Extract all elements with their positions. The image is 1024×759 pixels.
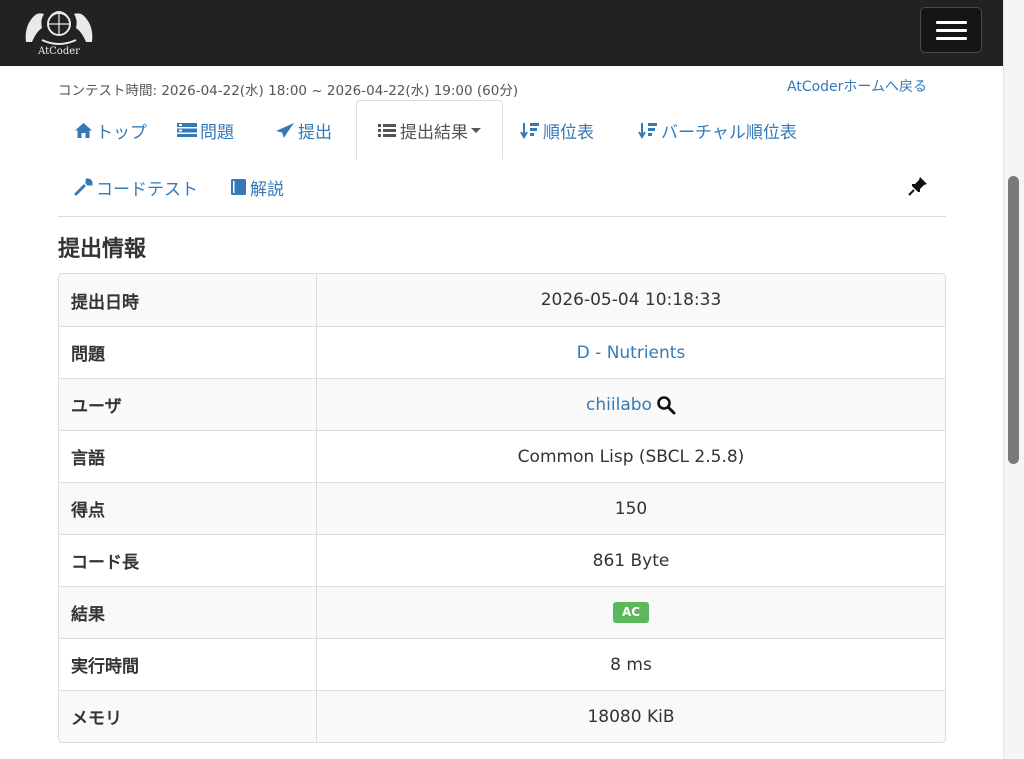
table-row: ユーザ chiilabo (59, 378, 945, 430)
tab-standings[interactable]: 順位表 (520, 110, 594, 150)
table-row: 言語 Common Lisp (SBCL 2.5.8) (59, 430, 945, 482)
row-label: 提出日時 (59, 274, 317, 326)
brand-name: AtCoder (38, 46, 80, 57)
row-label: 言語 (59, 431, 317, 482)
atcoder-home-link[interactable]: AtCoderホームへ戻る (787, 76, 927, 96)
tab-submit-label: 提出 (298, 122, 332, 143)
table-row: 実行時間 8 ms (59, 638, 945, 690)
hamburger-menu-button[interactable] (920, 7, 982, 53)
memory-value: 18080 KiB (587, 706, 675, 727)
row-label: ユーザ (59, 379, 317, 430)
row-label: 得点 (59, 483, 317, 534)
sort-icon (638, 122, 657, 139)
tabs-divider (58, 216, 946, 217)
tab-editorial-label: 解説 (250, 179, 284, 200)
row-label: 問題 (59, 327, 317, 378)
wrench-icon (74, 178, 93, 196)
home-icon (75, 122, 92, 138)
table-row: 得点 150 (59, 482, 945, 534)
book-icon (231, 179, 246, 195)
table-row: メモリ 18080 KiB (59, 690, 945, 742)
tab-submissions[interactable]: 提出結果 (356, 100, 503, 160)
tab-top[interactable]: トップ (74, 110, 147, 150)
table-row: コード長 861 Byte (59, 534, 945, 586)
send-icon (276, 122, 294, 138)
chevron-down-icon (471, 127, 481, 133)
table-row: 問題 D - Nutrients (59, 326, 945, 378)
tab-submit[interactable]: 提出 (275, 110, 332, 150)
pin-icon[interactable] (906, 174, 930, 198)
tab-tasks-label: 問題 (200, 122, 234, 143)
row-label: コード長 (59, 535, 317, 586)
tab-code-test[interactable]: コードテスト (74, 167, 198, 207)
tab-virtual-standings-label: バーチャル順位表 (661, 122, 797, 143)
tab-submissions-label: 提出結果 (400, 122, 468, 143)
exec-time-value: 8 ms (610, 654, 652, 675)
hamburger-bar (936, 37, 967, 40)
user-link[interactable]: chiilabo (586, 395, 652, 415)
table-row: 提出日時 2026-05-04 10:18:33 (59, 274, 945, 326)
tab-tasks[interactable]: 問題 (177, 110, 234, 150)
table-row: 結果 AC (59, 586, 945, 638)
tab-standings-label: 順位表 (543, 122, 594, 143)
code-length-value: 861 Byte (592, 550, 670, 571)
score-value: 150 (614, 498, 648, 519)
scrollbar-thumb[interactable] (1008, 176, 1019, 464)
contest-time: コンテスト時間: 2026-04-22(水) 18:00 ~ 2026-04-2… (58, 83, 519, 99)
tab-virtual-standings[interactable]: バーチャル順位表 (638, 110, 797, 150)
laurel-emblem-icon (25, 11, 93, 45)
sort-icon (520, 122, 539, 139)
language-value: Common Lisp (SBCL 2.5.8) (517, 446, 745, 467)
row-label: 実行時間 (59, 639, 317, 690)
submission-info-table: 提出日時 2026-05-04 10:18:33 問題 D - Nutrient… (58, 273, 946, 743)
list-icon (378, 123, 396, 137)
tab-editorial[interactable]: 解説 (230, 167, 284, 207)
row-label: 結果 (59, 587, 317, 638)
row-label: メモリ (59, 691, 317, 742)
page-title: 提出情報 (58, 237, 147, 262)
tab-code-test-label: コードテスト (96, 179, 198, 200)
tab-top-label: トップ (96, 122, 147, 143)
task-link[interactable]: D - Nutrients (577, 343, 686, 363)
submission-time: 2026-05-04 10:18:33 (540, 290, 722, 310)
status-badge: AC (612, 602, 650, 623)
atcoder-logo[interactable]: AtCoder (18, 2, 100, 62)
tasks-icon (177, 123, 197, 137)
hamburger-bar (936, 21, 967, 24)
top-navbar: AtCoder (0, 0, 1003, 66)
hamburger-bar (936, 29, 967, 32)
search-icon[interactable] (656, 395, 676, 415)
